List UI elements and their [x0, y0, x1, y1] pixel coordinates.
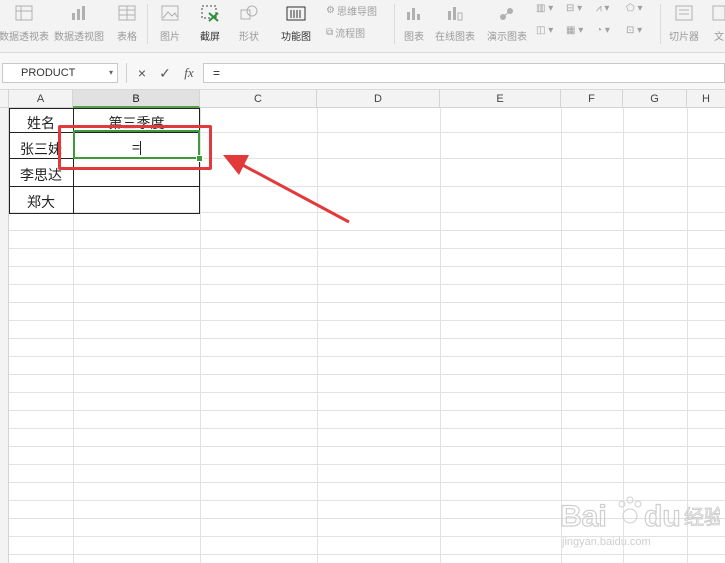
select-all-corner[interactable] [0, 90, 9, 108]
formula-bar: PRODUCT ▾ × ✓ fx = [0, 53, 725, 90]
column-header-e[interactable]: E [440, 90, 561, 108]
stat-chart-small-icon[interactable]: ▦ ▾ [566, 25, 583, 36]
pivot-chart-icon [69, 4, 89, 22]
cancel-button[interactable]: × [134, 63, 150, 83]
ribbon-separator [147, 4, 148, 44]
scatter-chart-small-icon[interactable]: ⊡ ▾ [626, 25, 642, 36]
shapes-button[interactable]: 形状 [234, 2, 264, 48]
chevron-down-icon[interactable]: ▾ [109, 64, 113, 82]
function-chart-button[interactable]: 功能图 [274, 2, 318, 48]
column-header-a[interactable]: A [9, 90, 73, 108]
watermark-url: jingyan.baidu.com [562, 536, 651, 548]
pivot-table-button[interactable]: 数据透视表 [0, 2, 49, 48]
column-header-c[interactable]: C [200, 90, 317, 108]
online-chart-button[interactable]: 在线图表 [432, 2, 478, 48]
annotation-highlight-box [58, 125, 212, 170]
column-chart-small-icon[interactable]: ◫ ▾ [536, 25, 553, 36]
area-chart-small-icon[interactable]: ⩘ ▾ [596, 3, 609, 14]
chart-button[interactable]: 图表 [400, 2, 428, 48]
flowchart-icon: ⧉ [326, 27, 334, 38]
screenshot-icon [200, 4, 220, 22]
table-icon [117, 4, 137, 22]
pivot-chart-button[interactable]: 数据透视图 [50, 2, 108, 48]
flowchart-button[interactable]: ⧉ 流程图 [326, 25, 365, 40]
bar-chart-small-icon[interactable]: ▥ ▾ [536, 3, 553, 14]
ribbon-toolbar: 数据透视表 数据透视图 表格 图片 截屏 形状 功能图 ⚙ 思维导图 ⧉ 流程图 图… [0, 0, 725, 53]
picture-button[interactable]: 图片 [155, 2, 185, 48]
mind-map-icon: ⚙ [326, 5, 335, 16]
picture-icon [160, 4, 180, 22]
table-button[interactable]: 表格 [114, 2, 140, 48]
ribbon-separator [394, 4, 395, 44]
function-chart-icon [286, 4, 306, 22]
online-chart-icon [445, 4, 465, 22]
column-header-d[interactable]: D [317, 90, 440, 108]
name-box[interactable]: PRODUCT ▾ [2, 63, 118, 83]
column-header-f[interactable]: F [561, 90, 623, 108]
enter-button[interactable]: ✓ [157, 63, 173, 83]
presentation-chart-icon [497, 4, 517, 22]
column-header-b[interactable]: B [73, 90, 200, 108]
presentation-chart-button[interactable]: 演示图表 [484, 2, 530, 48]
svg-text:du: du [644, 500, 681, 533]
name-cell-row-3[interactable]: 郑大 [10, 192, 72, 212]
slicer-button[interactable]: 切片器 [664, 2, 704, 48]
screenshot-button[interactable]: 截屏 [194, 2, 226, 48]
chart-icon [404, 4, 424, 22]
svg-text:经验: 经验 [684, 505, 720, 529]
mind-map-button[interactable]: ⚙ 思维导图 [326, 3, 377, 18]
line-chart-small-icon[interactable]: ⊟ ▾ [566, 3, 582, 14]
insert-function-button[interactable]: fx [180, 63, 198, 83]
ribbon-separator [660, 4, 661, 44]
svg-text:Bai: Bai [560, 500, 607, 533]
formula-input[interactable]: = [203, 63, 725, 83]
shapes-icon [239, 4, 259, 22]
text-button[interactable]: 文 [712, 2, 725, 48]
baidu-paw-logo: Bai du 经验 [560, 496, 720, 534]
column-header-h[interactable]: H [687, 90, 725, 108]
text-icon [712, 4, 725, 22]
baidu-jingyan-watermark: Bai du 经验 jingyan.baidu.com [560, 488, 720, 558]
column-header-g[interactable]: G [623, 90, 687, 108]
slicer-icon [674, 4, 694, 22]
pie-chart-small-icon[interactable]: ◔ ▾ [596, 25, 610, 36]
radar-chart-small-icon[interactable]: ⬠ ▾ [626, 3, 643, 14]
row-header-strip[interactable] [0, 108, 9, 563]
formula-bar-separator [126, 63, 127, 83]
annotation-arrow-icon [223, 155, 350, 224]
pivot-table-icon [14, 4, 34, 22]
